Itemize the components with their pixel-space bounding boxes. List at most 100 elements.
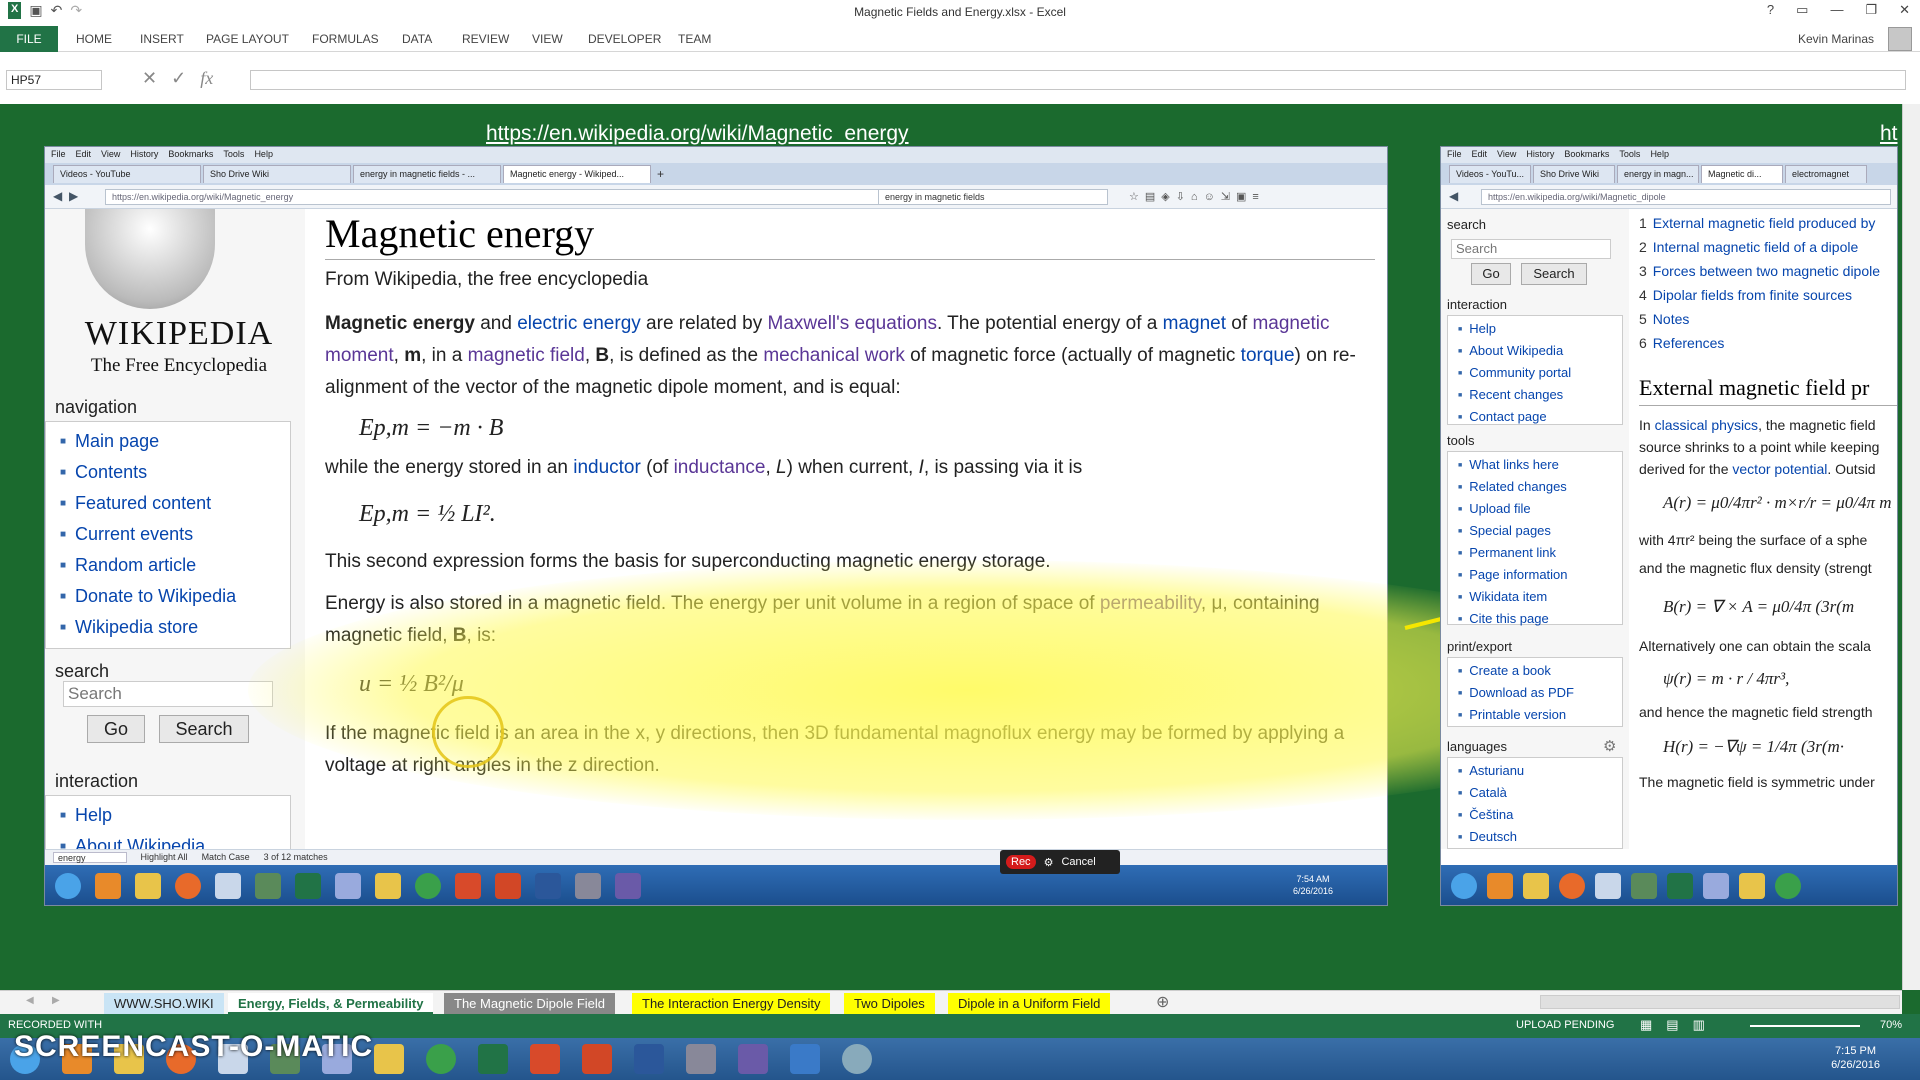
tools-wikidata-item[interactable]: Wikidata item [1458,586,1622,608]
avatar[interactable] [1888,27,1912,51]
sheet-tab[interactable]: The Magnetic Dipole Field [444,993,616,1014]
tab-formulas[interactable]: FORMULAS [312,32,379,46]
formula-input[interactable] [250,70,1906,90]
menu-file[interactable]: File [1447,149,1462,161]
link-torque[interactable]: torque [1241,345,1295,366]
app-icon[interactable] [455,873,481,899]
restore-icon[interactable]: ❐ [1865,2,1877,18]
sheet-tab-active[interactable]: Energy, Fields, & Permeability [228,993,434,1014]
match-case-toggle[interactable]: Match Case [202,852,250,863]
tools-upload-file[interactable]: Upload file [1458,498,1622,520]
language-asturianu[interactable]: Asturianu [1458,760,1622,782]
browser-search-box[interactable]: energy in magnetic fields [878,189,1108,205]
search-button[interactable]: Search [159,715,249,743]
word-icon[interactable] [535,873,561,899]
link-permeability[interactable]: permeability [1100,593,1201,614]
wikipedia-globe-icon[interactable] [85,209,215,309]
link-mechanical-work[interactable]: mechanical work [763,345,905,366]
language-cestina[interactable]: Čeština [1458,804,1622,826]
rec-button[interactable]: Rec [1006,855,1036,869]
settings-icon[interactable]: ⚙ [1044,856,1054,869]
folder-icon[interactable] [135,873,161,899]
link-inductor[interactable]: inductor [573,457,641,478]
nav-random-article[interactable]: Random article [60,550,290,581]
folder-icon[interactable] [1739,873,1765,899]
nav-featured-content[interactable]: Featured content [60,488,290,519]
menu-edit[interactable]: Edit [1472,149,1488,161]
menu-bookmarks[interactable]: Bookmarks [168,149,213,161]
tab-page-layout[interactable]: PAGE LAYOUT [206,32,289,46]
toc-item[interactable]: 3 Forces between two magnetic dipole [1639,259,1897,283]
app-icon[interactable] [842,1044,872,1074]
interaction-recent-changes[interactable]: Recent changes [1458,384,1622,406]
highlight-all-toggle[interactable]: Highlight All [141,852,188,863]
toc-item[interactable]: 4 Dipolar fields from finite sources [1639,283,1897,307]
browser-tab[interactable]: energy in magnetic fields - ... [353,165,501,183]
menu-help[interactable]: Help [254,149,273,161]
browser-tab[interactable]: electromagnet [1785,165,1867,183]
print-download-pdf[interactable]: Download as PDF [1458,682,1622,704]
tab-review[interactable]: REVIEW [462,32,509,46]
zoom-slider[interactable] [1750,1025,1860,1027]
sheet-tab[interactable]: WWW.SHO.WIKI [104,993,224,1014]
start-orb-icon[interactable] [55,873,81,899]
tools-permanent-link[interactable]: Permanent link [1458,542,1622,564]
chrome-icon[interactable] [426,1044,456,1074]
cancel-formula-icon[interactable]: ✕ [142,68,157,89]
menu-history[interactable]: History [1526,149,1554,161]
menu-edit[interactable]: Edit [76,149,92,161]
tab-team[interactable]: TEAM [678,32,711,46]
app-icon[interactable] [215,873,241,899]
app-icon[interactable] [335,873,361,899]
sheet-tab[interactable]: The Interaction Energy Density [632,993,831,1014]
print-printable-version[interactable]: Printable version [1458,704,1622,726]
nav-current-events[interactable]: Current events [60,519,290,550]
tab-home[interactable]: HOME [76,32,112,46]
nav-contents[interactable]: Contents [60,457,290,488]
interaction-contact-page[interactable]: Contact page [1458,406,1622,428]
system-clock[interactable]: 7:15 PM 6/26/2016 [1831,1044,1880,1072]
forward-icon[interactable]: ▶ [69,189,78,203]
upload-pending-status[interactable]: UPLOAD PENDING [1516,1019,1614,1031]
menu-view[interactable]: View [1497,149,1516,161]
excel-icon[interactable] [478,1044,508,1074]
app-icon[interactable] [1703,873,1729,899]
menu-history[interactable]: History [130,149,158,161]
tools-what-links-here[interactable]: What links here [1458,454,1622,476]
cancel-recording-button[interactable]: Cancel [1061,856,1095,868]
tools-related-changes[interactable]: Related changes [1458,476,1622,498]
back-icon[interactable]: ◀ [1449,189,1458,203]
link-magnet[interactable]: magnet [1163,313,1226,334]
language-deutsch[interactable]: Deutsch [1458,826,1622,848]
link-magnetic-field[interactable]: magnetic field [468,345,585,366]
start-orb-icon[interactable] [1451,873,1477,899]
name-box[interactable]: HP57 [6,70,102,90]
insert-function-icon[interactable]: fx [200,68,213,89]
toc-item[interactable]: 1 External magnetic field produced by [1639,211,1897,235]
wiki-logo-title[interactable]: WIKIPEDIA [59,315,299,353]
back-icon[interactable]: ◀ [53,189,62,203]
powerpoint-icon[interactable] [495,873,521,899]
menu-view[interactable]: View [101,149,120,161]
interaction-help[interactable]: Help [60,800,290,831]
new-tab-icon[interactable]: + [653,165,668,183]
view-icons[interactable]: ▦▤▥ [1640,1017,1719,1033]
app-icon[interactable] [738,1044,768,1074]
chrome-icon[interactable] [1775,873,1801,899]
toc-item[interactable]: 6 References [1639,331,1897,355]
ribbon-display-icon[interactable]: ▭ [1796,2,1808,18]
menu-bookmarks[interactable]: Bookmarks [1564,149,1609,161]
link-vector-potential[interactable]: vector potential [1732,461,1827,477]
go-button[interactable]: Go [87,715,145,743]
link-electric-energy[interactable]: electric energy [517,313,641,334]
browser-tab[interactable]: Videos - YouTu... [1449,165,1531,183]
minimize-icon[interactable]: — [1830,2,1843,18]
menu-file[interactable]: File [51,149,66,161]
powerpoint-icon[interactable] [582,1044,612,1074]
scroll-left-icon[interactable]: ◀ [26,995,34,1006]
excel-icon[interactable] [295,873,321,899]
browser-tab-active[interactable]: Magnetic energy - Wikiped... [503,165,651,183]
app-icon[interactable] [790,1044,820,1074]
firefox-icon[interactable] [1559,873,1585,899]
interaction-community-portal[interactable]: Community portal [1458,362,1622,384]
